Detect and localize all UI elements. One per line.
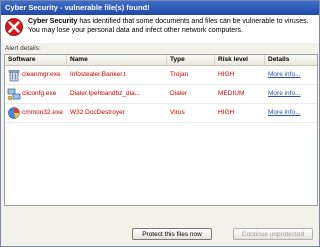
window-title: Cyber Security - vulnerable file(s) foun… [5, 3, 150, 12]
risk-level-cell: HIGH [218, 71, 235, 78]
type-cell: Dialer [170, 90, 187, 97]
column-header-software[interactable]: Software [5, 55, 67, 65]
threat-table: Software Name Type Risk level Details cl… [4, 54, 318, 206]
pie-chart-icon [8, 107, 20, 119]
protect-files-button[interactable]: Protect this files now [132, 228, 212, 240]
column-header-risk-level[interactable]: Risk level [215, 55, 265, 65]
threat-name-cell: W32.DocDestroyer [70, 109, 125, 116]
type-cell: Trojan [170, 71, 189, 78]
title-bar[interactable]: Cyber Security - vulnerable file(s) foun… [1, 1, 319, 15]
more-info-link[interactable]: More info... [268, 66, 316, 84]
software-cell: cliconfg.exe [22, 90, 57, 97]
table-row[interactable]: cliconfg.exe Dialer.Ipehbandbz_dia... Di… [5, 85, 317, 104]
threat-name-cell: Infostealer.Banker.t [70, 71, 126, 78]
alert-details-label: Alert details: [5, 45, 41, 52]
column-header-name[interactable]: Name [67, 55, 167, 65]
software-cell: cmmon32.exe [22, 109, 63, 116]
alert-message-bold: Cyber Security [28, 18, 78, 25]
more-info-link[interactable]: More info... [268, 104, 316, 122]
type-cell: Virus [170, 109, 185, 116]
table-row[interactable]: cleanmgr.exe Infostealer.Banker.t Trojan… [5, 66, 317, 85]
more-info-link[interactable]: More info... [268, 85, 316, 103]
software-cell: cleanmgr.exe [22, 71, 61, 78]
column-header-type[interactable]: Type [167, 55, 215, 65]
risk-level-cell: MEDIUM [218, 90, 245, 97]
table-row[interactable]: cmmon32.exe W32.DocDestroyer Virus HIGH … [5, 104, 317, 123]
alert-message: Cyber Security has identified that some … [28, 18, 316, 35]
column-header-details[interactable]: Details [265, 55, 317, 65]
threat-name-cell: Dialer.Ipehbandbz_dia... [70, 90, 141, 97]
risk-level-cell: HIGH [218, 109, 235, 116]
continue-unprotected-button[interactable]: Continue unprotected [233, 228, 313, 240]
alert-window: Cyber Security - vulnerable file(s) foun… [0, 0, 320, 247]
trash-can-icon [8, 70, 20, 82]
network-icon [7, 88, 21, 101]
warning-icon [5, 18, 23, 36]
table-header: Software Name Type Risk level Details [5, 55, 317, 66]
alert-header: Cyber Security has identified that some … [1, 15, 319, 43]
